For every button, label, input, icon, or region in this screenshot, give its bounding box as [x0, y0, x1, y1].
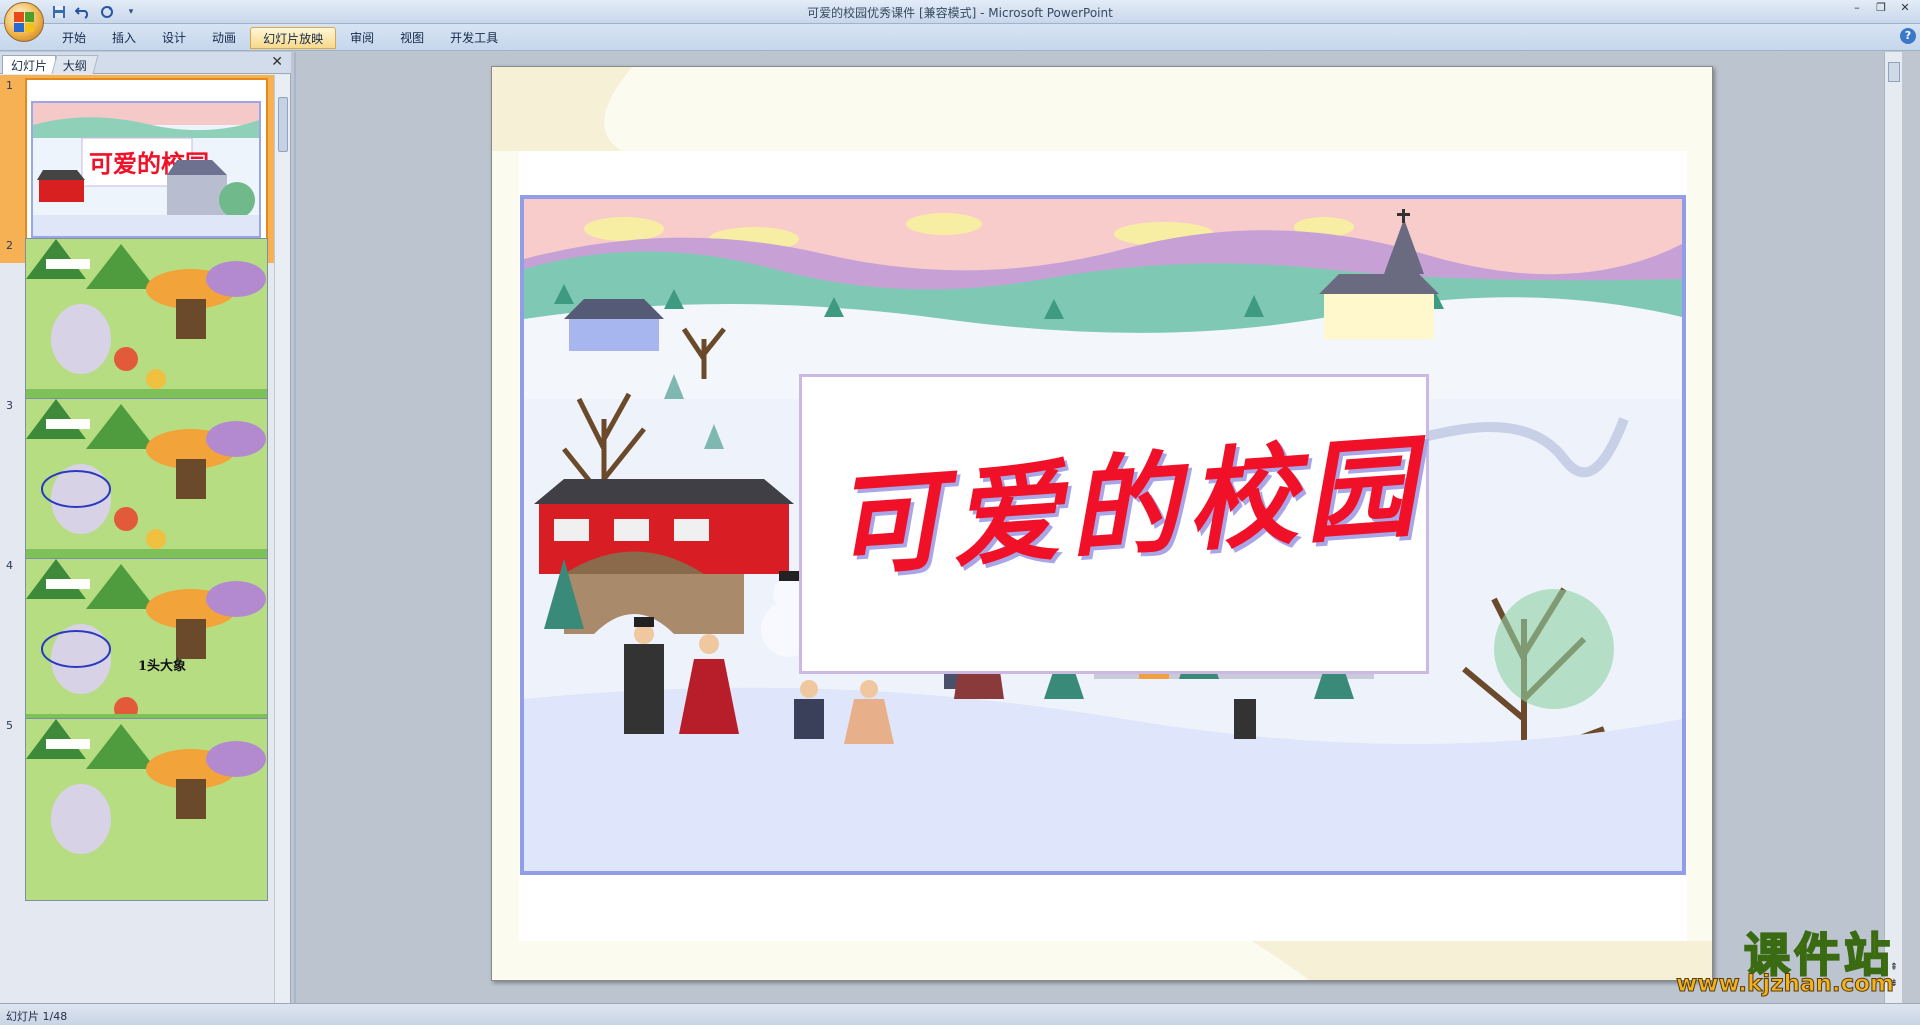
thumbnail-slide-3[interactable]	[25, 398, 268, 581]
tab-slides[interactable]: 幻灯片	[2, 55, 57, 74]
slide-canvas[interactable]: 可爱的校园	[491, 66, 1713, 981]
thumbnail-number: 3	[6, 399, 13, 412]
close-icon[interactable]: ✕	[271, 54, 283, 70]
slide-scrollbar[interactable]: ⇞ ⇟	[1884, 52, 1902, 1003]
thumbnail-number: 5	[6, 719, 13, 732]
scrollbar-thumb[interactable]	[278, 97, 288, 152]
thumbnail-forest-scene	[26, 239, 267, 420]
tab-outline[interactable]: 大纲	[51, 55, 99, 74]
tab-design[interactable]: 设计	[150, 27, 198, 49]
office-button[interactable]	[4, 2, 44, 42]
restore-icon[interactable]: ❐	[1870, 0, 1892, 18]
thumbnail-caption: 1头大象	[138, 659, 187, 674]
slide-editing-area: 可爱的校园 ⇞ ⇟	[296, 52, 1902, 1003]
watermark-url: www.kjzhan.com	[1676, 971, 1895, 998]
slide-title-box[interactable]: 可爱的校园	[799, 374, 1429, 674]
thumbnail-forest-scene	[26, 559, 267, 740]
thumbnail-forest-scene	[26, 719, 267, 900]
thumbnail-forest-scene	[26, 399, 267, 580]
window-controls: – ❐ ✕	[1846, 0, 1916, 18]
tab-developer[interactable]: 开发工具	[438, 27, 510, 49]
panel-tabs: 幻灯片 大纲 ✕	[0, 52, 291, 74]
tab-home[interactable]: 开始	[50, 27, 98, 49]
ribbon-tab-row: 开始 插入 设计 动画 幻灯片放映 审阅 视图 开发工具 ?	[0, 24, 1920, 51]
thumbnail-number: 4	[6, 559, 13, 572]
tab-insert[interactable]: 插入	[100, 27, 148, 49]
scrollbar-thumb[interactable]	[1888, 62, 1900, 82]
title-bar: ▾ 可爱的校园优秀课件 [兼容模式] - Microsoft PowerPoin…	[0, 0, 1920, 24]
thumbnail-slide-5[interactable]	[25, 718, 268, 901]
thumbnail-slide-2[interactable]	[25, 238, 268, 421]
thumbnail-winter-scene: 可爱的校园	[27, 80, 266, 259]
office-logo-icon	[14, 12, 34, 32]
thumbnail-slide-4[interactable]: 1头大象	[25, 558, 268, 741]
tab-outline-label: 大纲	[62, 59, 87, 73]
slide-title[interactable]: 可爱的校园	[827, 397, 1427, 598]
status-bar: 幻灯片 1/48	[0, 1003, 1920, 1025]
ribbon-tabs: 开始 插入 设计 动画 幻灯片放映 审阅 视图 开发工具	[50, 27, 510, 49]
thumbnail-slide-1[interactable]: 可爱的校园	[25, 78, 268, 261]
tab-animations[interactable]: 动画	[200, 27, 248, 49]
tab-view[interactable]: 视图	[388, 27, 436, 49]
tab-slide-show[interactable]: 幻灯片放映	[250, 27, 337, 49]
slide-count-status: 幻灯片 1/48	[6, 1010, 68, 1023]
thumbnail-number: 1	[6, 79, 13, 92]
slides-panel: 幻灯片 大纲 ✕ 1 可爱的校园 2 3 4 1头大象 5	[0, 52, 291, 1003]
thumbnail-list: 1 可爱的校园 2 3 4 1头大象 5	[0, 75, 274, 1003]
winter-village-illustration: 可爱的校园	[520, 195, 1686, 875]
thumbnail-number: 2	[6, 239, 13, 252]
help-icon[interactable]: ?	[1900, 28, 1916, 44]
close-icon[interactable]: ✕	[1894, 0, 1916, 18]
tab-review[interactable]: 审阅	[338, 27, 386, 49]
window-title: 可爱的校园优秀课件 [兼容模式] - Microsoft PowerPoint	[807, 6, 1113, 20]
thumbnail-scrollbar[interactable]	[274, 75, 290, 1003]
thumbnail-row[interactable]: 5	[0, 715, 274, 903]
watermark-logo: 课件站 www.kjzhan.com	[1654, 919, 1895, 999]
minimize-icon[interactable]: –	[1846, 0, 1868, 18]
